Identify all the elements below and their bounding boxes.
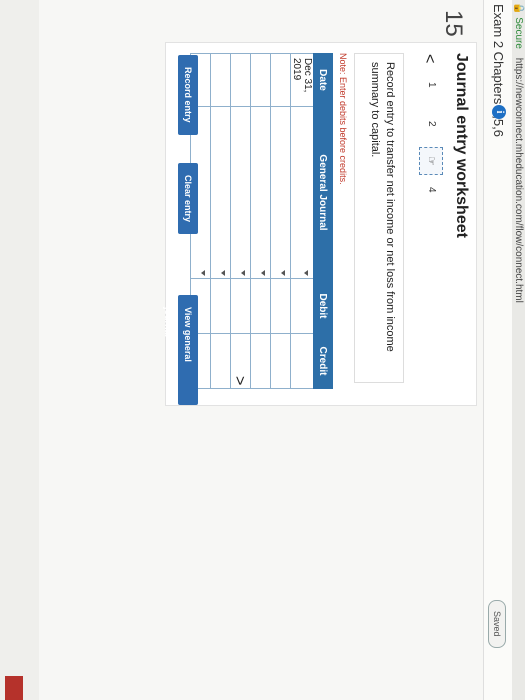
lock-icon: 🔒 (513, 2, 524, 15)
step-1[interactable]: 1 (426, 82, 437, 88)
dropdown-arrow-icon (281, 270, 285, 276)
journal-header-row: Date General Journal Debit Credit (313, 53, 333, 389)
note-text: Note: Enter debits before credits. (338, 53, 348, 185)
dropdown-arrow-icon (241, 270, 245, 276)
debit-input[interactable] (210, 278, 231, 334)
clear-entry-button[interactable]: Clear entry (178, 163, 198, 235)
debit-input[interactable] (250, 278, 271, 334)
account-select[interactable] (210, 106, 231, 279)
account-select[interactable] (270, 106, 291, 279)
account-select[interactable] (290, 106, 314, 279)
step-2[interactable]: 2 (426, 121, 437, 127)
instruction-text: Record entry to transfer net income or n… (354, 53, 404, 383)
page-footer (0, 0, 39, 700)
date-cell (270, 53, 291, 107)
info-icon[interactable]: i (492, 105, 506, 119)
account-select[interactable] (250, 106, 271, 279)
credit-header: Credit (313, 333, 333, 389)
step-4[interactable]: 4 (426, 187, 437, 193)
rotated-screen: 🔒 Secure https://newconnect.mheducation.… (0, 0, 525, 700)
dropdown-arrow-icon (261, 270, 265, 276)
table-row: Dec 31, 2019 (290, 53, 314, 389)
url-text[interactable]: https://newconnect.mheducation.com/flow/… (513, 58, 524, 303)
table-row (210, 53, 231, 389)
debit-input[interactable] (290, 278, 314, 334)
record-entry-button[interactable]: Record entry (178, 55, 198, 135)
date-cell (230, 53, 251, 107)
previous-arrow-icon[interactable]: < (420, 54, 438, 63)
debit-input[interactable] (270, 278, 291, 334)
account-select[interactable] (230, 106, 251, 279)
date-header: Date (313, 53, 333, 107)
view-general-journal-button[interactable]: View general journal (163, 295, 198, 405)
worksheet-title: Journal entry worksheet (453, 53, 470, 238)
credit-input[interactable] (210, 333, 231, 389)
dropdown-arrow-icon (201, 270, 205, 276)
exam-header: Exam 2 Chapters 4,5,6 i Saved (483, 0, 512, 700)
credit-input[interactable] (230, 333, 251, 389)
saved-badge: Saved (488, 600, 506, 648)
dropdown-arrow-icon (304, 270, 308, 276)
general-journal-header: General Journal (313, 106, 333, 279)
browser-address-bar[interactable]: 🔒 Secure https://newconnect.mheducation.… (511, 0, 525, 700)
credit-input[interactable] (250, 333, 271, 389)
dropdown-arrow-icon (221, 270, 225, 276)
step-3-active[interactable]: ☞ (419, 147, 443, 175)
table-row (270, 53, 291, 389)
date-cell (210, 53, 231, 107)
debit-header: Debit (313, 278, 333, 334)
journal-worksheet-panel: Journal entry worksheet < 1 2 ☞ 4 > Reco… (163, 42, 477, 406)
debit-input[interactable] (230, 278, 251, 334)
browser-tab-indicator (5, 676, 23, 700)
table-row (250, 53, 271, 389)
credit-input[interactable] (270, 333, 291, 389)
date-cell: Dec 31, 2019 (290, 53, 314, 107)
table-row (230, 53, 251, 389)
question-number: 15 (440, 10, 467, 37)
journal-table: Date General Journal Debit Credit Dec 31… (190, 53, 333, 389)
secure-label: Secure (513, 17, 524, 49)
credit-input[interactable] (290, 333, 314, 389)
date-cell (250, 53, 271, 107)
hand-pointer-icon: ☞ (425, 156, 437, 166)
